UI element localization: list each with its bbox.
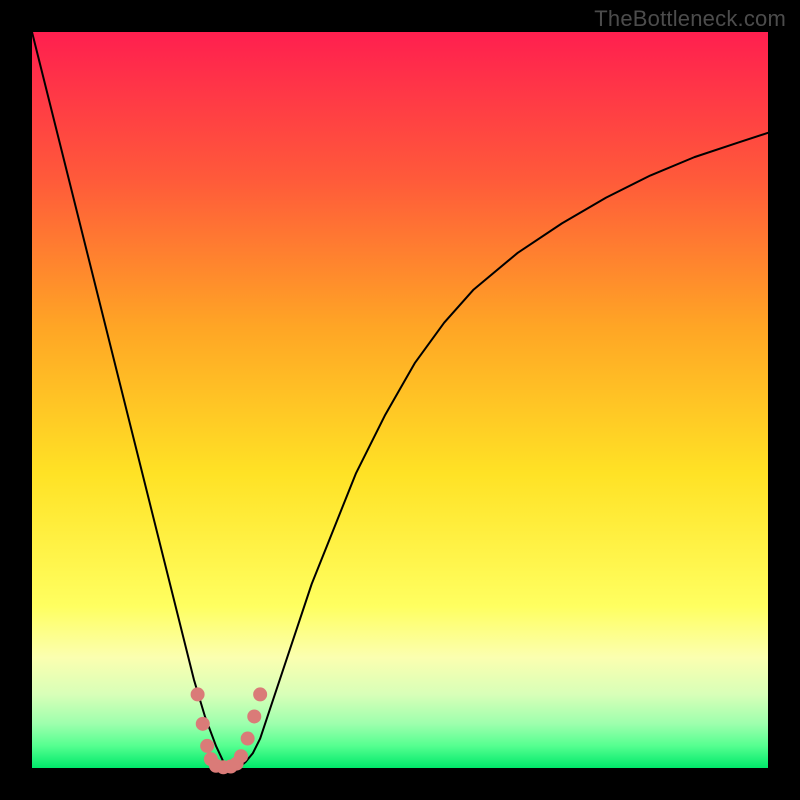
curve-marker	[234, 749, 248, 763]
curve-marker	[247, 709, 261, 723]
curve-marker	[241, 732, 255, 746]
curve-marker	[253, 687, 267, 701]
curve-marker	[196, 717, 210, 731]
chart-frame: TheBottleneck.com	[0, 0, 800, 800]
bottleneck-chart	[0, 0, 800, 800]
plot-background	[32, 32, 768, 768]
curve-marker	[200, 739, 214, 753]
curve-marker	[191, 687, 205, 701]
watermark-text: TheBottleneck.com	[594, 6, 786, 32]
